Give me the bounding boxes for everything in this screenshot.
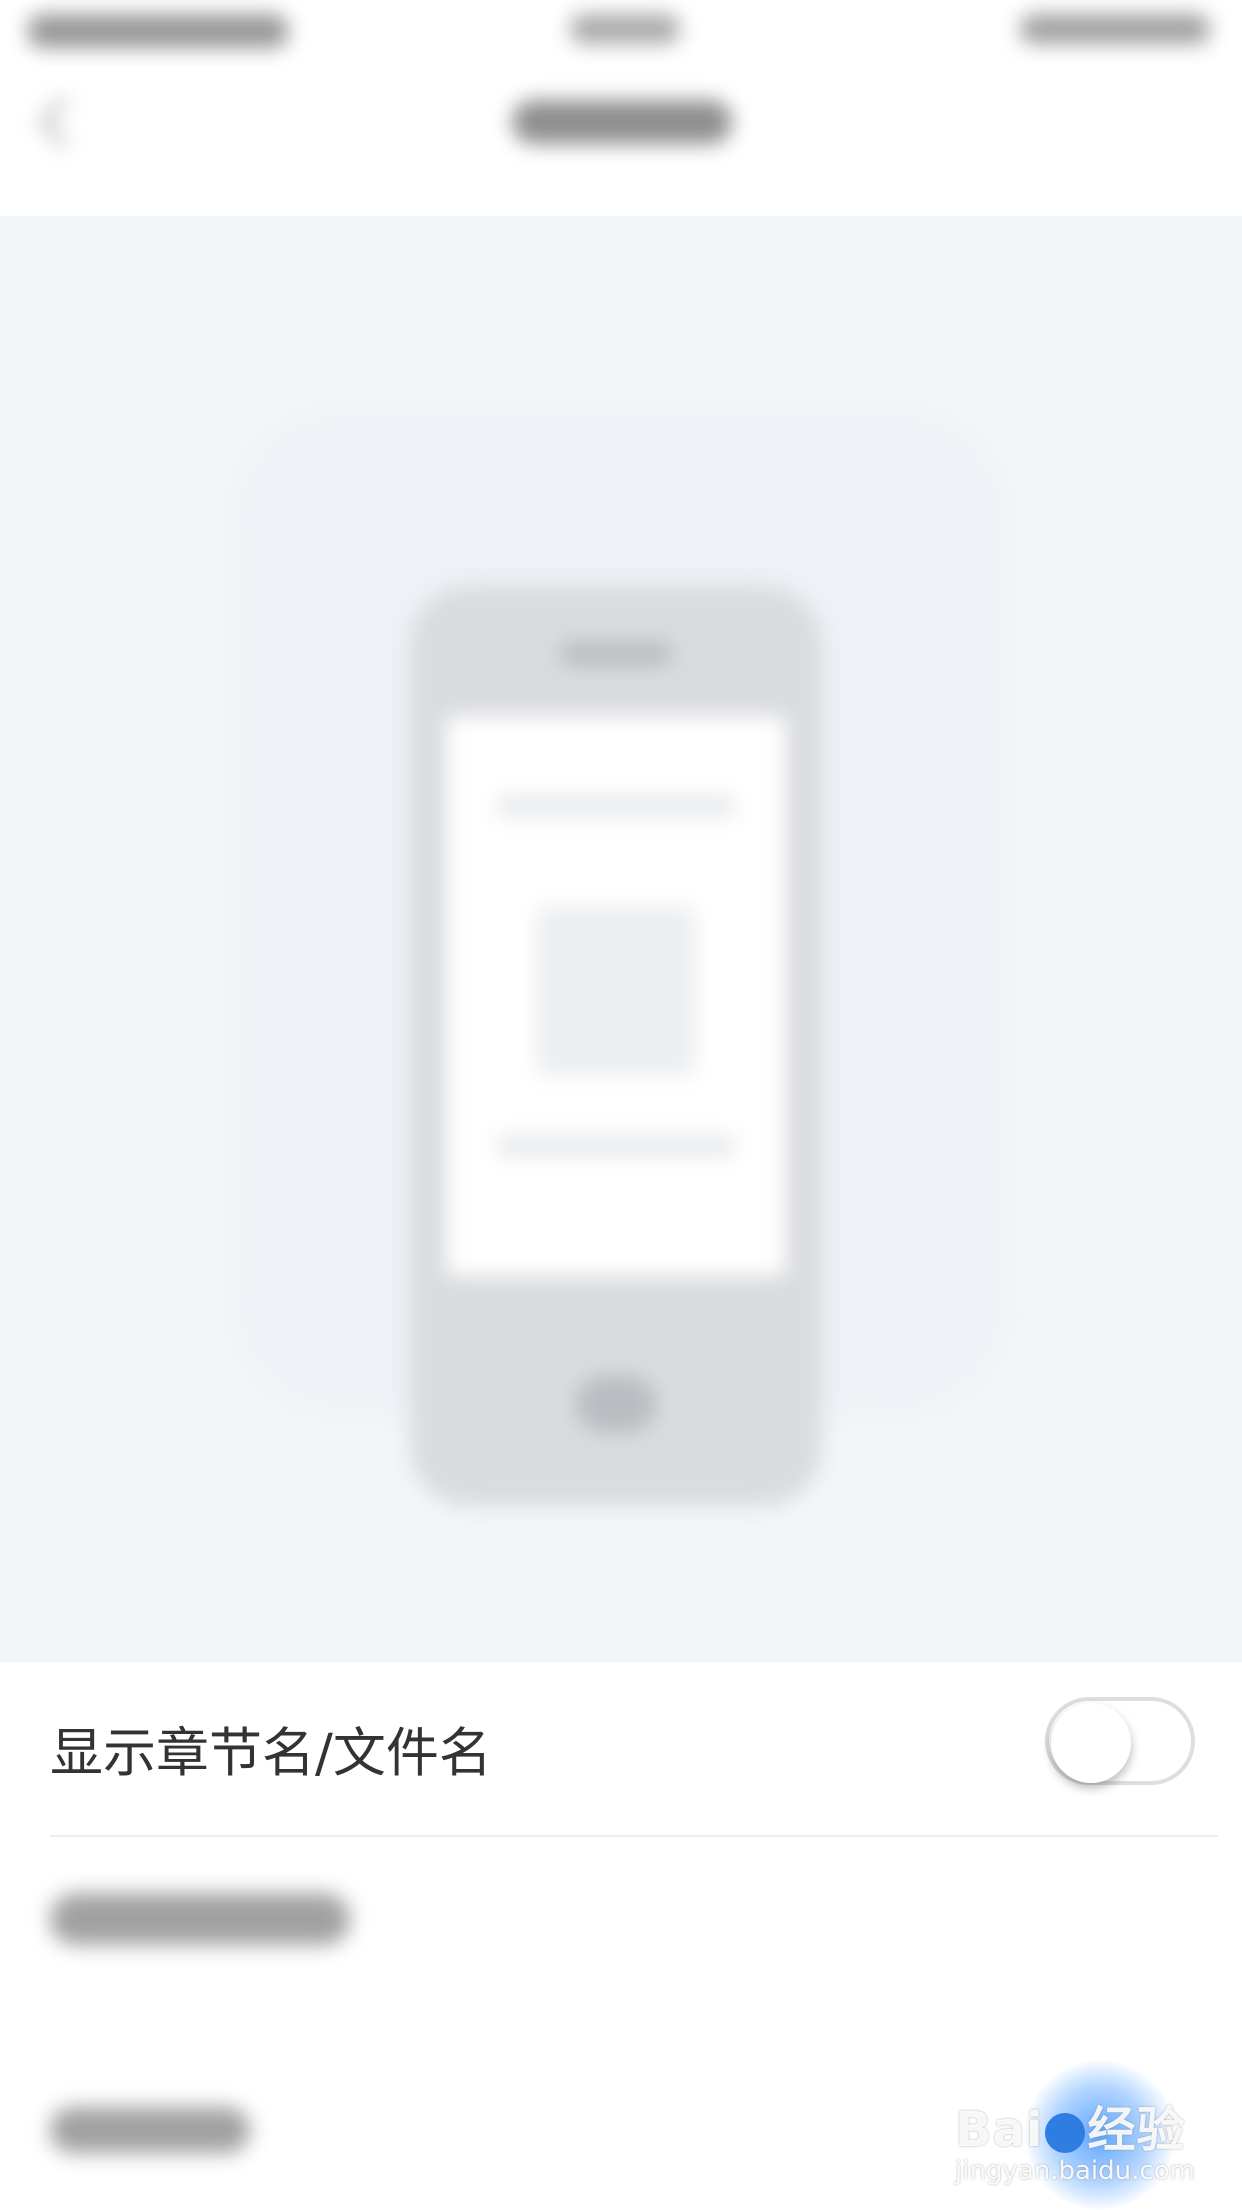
setting-label <box>50 2107 250 2153</box>
toggle-knob <box>1051 1703 1131 1783</box>
watermark-brand-right: 经验 <box>1087 2102 1186 2158</box>
phone-home-button <box>576 1376 656 1432</box>
setting-label: 显示章节名/文件名 <box>50 1723 492 1784</box>
nav-bar <box>0 66 1242 216</box>
setting-label <box>50 1893 350 1945</box>
show-chapter-name-toggle[interactable] <box>1045 1697 1195 1785</box>
phone-preview-image <box>410 586 822 1506</box>
setting-row-show-chapter-name[interactable]: 显示章节名/文件名 <box>0 1662 1242 1836</box>
screen-line <box>496 796 736 816</box>
phone-speaker <box>560 642 672 666</box>
back-chevron-icon[interactable] <box>38 96 90 148</box>
watermark-brand-left: Bai <box>955 2102 1044 2158</box>
carrier-signal <box>28 14 288 48</box>
status-bar <box>0 0 1242 66</box>
preview-area <box>0 216 1242 1662</box>
setting-row[interactable] <box>0 1837 1242 2007</box>
page-title <box>512 100 732 144</box>
paw-icon <box>1045 2113 1086 2153</box>
screen-box <box>536 906 696 1076</box>
watermark-brand: Bai 经验 <box>955 2090 1185 2160</box>
watermark-url: jingyan.baidu.com <box>955 2156 1195 2186</box>
phone-screen <box>446 716 786 1276</box>
screen-line <box>496 1136 736 1156</box>
baidu-jingyan-watermark: Bai 经验 jingyan.baidu.com <box>955 2060 1235 2210</box>
status-time <box>570 14 680 44</box>
battery-indicator <box>1020 14 1210 44</box>
